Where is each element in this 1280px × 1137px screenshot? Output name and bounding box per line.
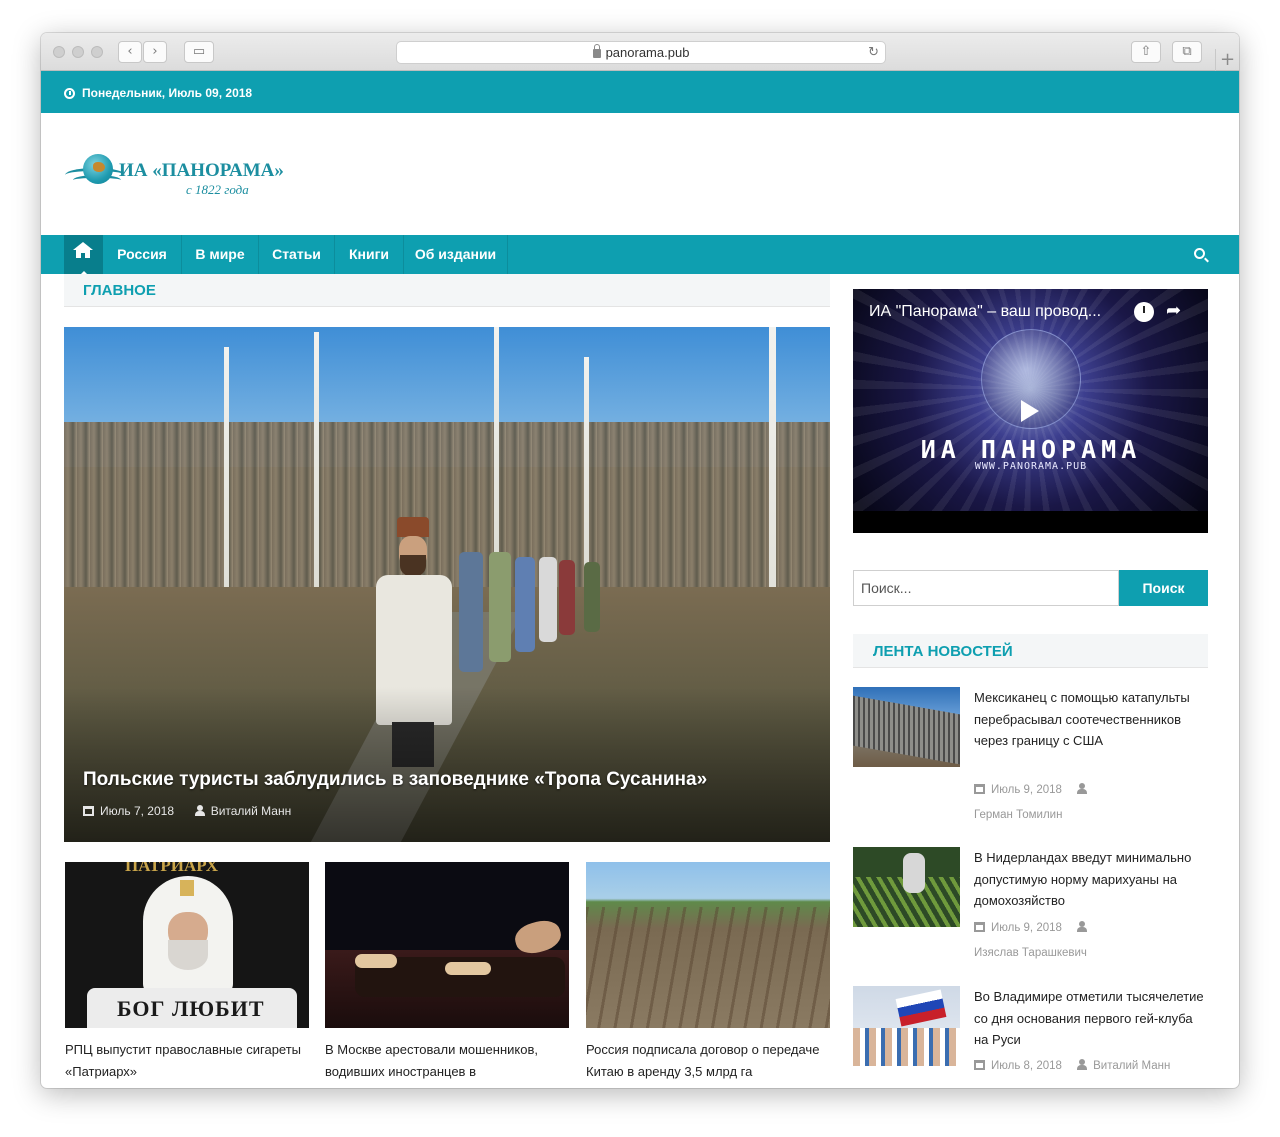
news-meta: Июль 8, 2018 Виталий Манн — [974, 1054, 1208, 1079]
home-nav-button[interactable] — [64, 235, 103, 275]
zoom-window-button[interactable] — [91, 46, 103, 58]
card-title[interactable]: РПЦ выпустит православные сигареты «Патр… — [65, 1039, 309, 1083]
news-item[interactable]: Мексиканец с помощью катапульты перебрас… — [853, 687, 1208, 827]
nav-item-articles[interactable]: Статьи — [259, 235, 335, 274]
news-date[interactable]: Июль 9, 2018 — [991, 922, 1062, 934]
news-meta: Июль 9, 2018 Герман Томилин — [974, 778, 1208, 828]
news-title[interactable]: В Нидерландах введут минимально допустим… — [974, 847, 1208, 912]
main-navigation: Россия В мире Статьи Книги Об издании — [41, 235, 1239, 275]
forward-icon[interactable]: › — [143, 41, 167, 63]
article-card[interactable]: В Москве арестовали мошенников, водивших… — [325, 862, 569, 1083]
close-window-button[interactable] — [53, 46, 65, 58]
card-title[interactable]: Россия подписала договор о передаче Кита… — [586, 1039, 830, 1083]
reload-icon[interactable]: ↻ — [868, 42, 879, 63]
back-icon[interactable]: ‹ — [118, 41, 142, 63]
news-item[interactable]: В Нидерландах введут минимально допустим… — [853, 847, 1208, 967]
featured-date[interactable]: Июль 7, 2018 — [100, 804, 174, 818]
featured-article[interactable]: Польские туристы заблудились в заповедни… — [64, 327, 830, 842]
address-bar-url: panorama.pub — [605, 45, 690, 60]
card-title[interactable]: В Москве арестовали мошенников, водивших… — [325, 1039, 569, 1083]
user-icon — [194, 805, 205, 816]
news-thumbnail[interactable] — [853, 847, 960, 927]
top-info-bar: Понедельник, Июль 09, 2018 — [41, 71, 1239, 113]
watch-later-icon[interactable] — [1134, 302, 1154, 322]
calendar-icon — [83, 806, 94, 816]
play-icon[interactable] — [1021, 400, 1039, 422]
news-date[interactable]: Июль 8, 2018 — [991, 1060, 1062, 1072]
news-title[interactable]: Мексиканец с помощью катапульты перебрас… — [974, 687, 1208, 752]
current-date: Понедельник, Июль 09, 2018 — [82, 86, 253, 100]
video-controls-bar — [853, 511, 1208, 533]
tabs-overview-icon[interactable]: ⧉ — [1172, 41, 1202, 63]
news-feed-heading: ЛЕНТА НОВОСТЕЙ — [853, 634, 1208, 668]
share-icon[interactable]: ⇧ — [1131, 41, 1161, 63]
pack-brand-text: ПАТРИАРХ — [125, 862, 218, 875]
search-icon[interactable] — [1194, 248, 1205, 259]
news-author[interactable]: Изяслав Тарашкевич — [974, 947, 1087, 959]
news-item[interactable]: Во Владимире отметили тысячелетие со дня… — [853, 986, 1208, 1086]
video-brand-text: ИА ПАНОРАМА — [920, 435, 1142, 464]
news-meta: Июль 9, 2018 Изяслав Тарашкевич — [974, 916, 1208, 966]
browser-toolbar: ‹ › ▭ panorama.pub ↻ ⇧ ⧉ + — [41, 33, 1239, 71]
clock-icon — [64, 88, 75, 99]
featured-meta: Июль 7, 2018 Виталий Манн — [83, 804, 291, 818]
video-title[interactable]: ИА "Панорама" – ваш провод... — [869, 303, 1101, 321]
calendar-icon — [974, 922, 985, 932]
card-image[interactable] — [325, 862, 569, 1028]
logo-name: ИА «ПАНОРАМА» — [119, 160, 284, 181]
section-title: ГЛАВНОЕ — [83, 282, 156, 299]
news-thumbnail[interactable] — [853, 986, 960, 1066]
nav-item-books[interactable]: Книги — [335, 235, 404, 274]
hero-gradient — [64, 687, 830, 842]
browser-window: ‹ › ▭ panorama.pub ↻ ⇧ ⧉ + Понедельник, … — [41, 33, 1239, 1088]
lock-icon — [592, 44, 601, 58]
sidebar-toggle-icon[interactable]: ▭ — [184, 41, 214, 63]
nav-item-russia[interactable]: Россия — [103, 235, 182, 274]
address-bar[interactable]: panorama.pub ↻ — [396, 41, 886, 64]
news-author[interactable]: Виталий Манн — [1093, 1060, 1170, 1072]
user-icon — [1077, 783, 1088, 794]
featured-title[interactable]: Польские туристы заблудились в заповедни… — [83, 769, 707, 791]
nav-item-about[interactable]: Об издании — [404, 235, 508, 274]
share-arrow-icon[interactable]: ➦ — [1166, 300, 1181, 321]
new-tab-icon[interactable]: + — [1215, 49, 1239, 71]
video-url-text: WWW.PANORAMA.PUB — [974, 461, 1088, 472]
calendar-icon — [974, 784, 985, 794]
news-thumbnail[interactable] — [853, 687, 960, 767]
video-player[interactable]: ИА "Панорама" – ваш провод... ➦ ИА ПАНОР… — [853, 289, 1208, 533]
minimize-window-button[interactable] — [72, 46, 84, 58]
nav-item-world[interactable]: В мире — [182, 235, 259, 274]
cross-icon — [180, 880, 194, 896]
site-logo[interactable]: ИА «ПАНОРАМА» с 1822 года — [63, 148, 284, 200]
logo-tagline: с 1822 года — [186, 182, 249, 197]
user-icon — [1077, 1059, 1088, 1070]
news-author[interactable]: Герман Томилин — [974, 809, 1062, 821]
calendar-icon — [974, 1060, 985, 1070]
globe-icon — [83, 154, 113, 184]
home-icon — [73, 242, 93, 258]
article-card[interactable]: ПАТРИАРХ БОГ ЛЮБИТ РПЦ выпустит правосла… — [65, 862, 309, 1083]
news-feed-title: ЛЕНТА НОВОСТЕЙ — [873, 643, 1013, 660]
featured-author[interactable]: Виталий Манн — [211, 804, 292, 818]
card-image[interactable] — [586, 862, 830, 1028]
search-input[interactable] — [853, 570, 1119, 606]
search-button[interactable]: Поиск — [1119, 570, 1208, 606]
news-date[interactable]: Июль 9, 2018 — [991, 784, 1062, 796]
section-heading: ГЛАВНОЕ — [64, 274, 830, 307]
card-image[interactable]: ПАТРИАРХ БОГ ЛЮБИТ — [65, 862, 309, 1028]
pack-slogan-text: БОГ ЛЮБИТ — [117, 996, 265, 1021]
news-title[interactable]: Во Владимире отметили тысячелетие со дня… — [974, 986, 1208, 1051]
article-card[interactable]: Россия подписала договор о передаче Кита… — [586, 862, 830, 1083]
user-icon — [1077, 921, 1088, 932]
